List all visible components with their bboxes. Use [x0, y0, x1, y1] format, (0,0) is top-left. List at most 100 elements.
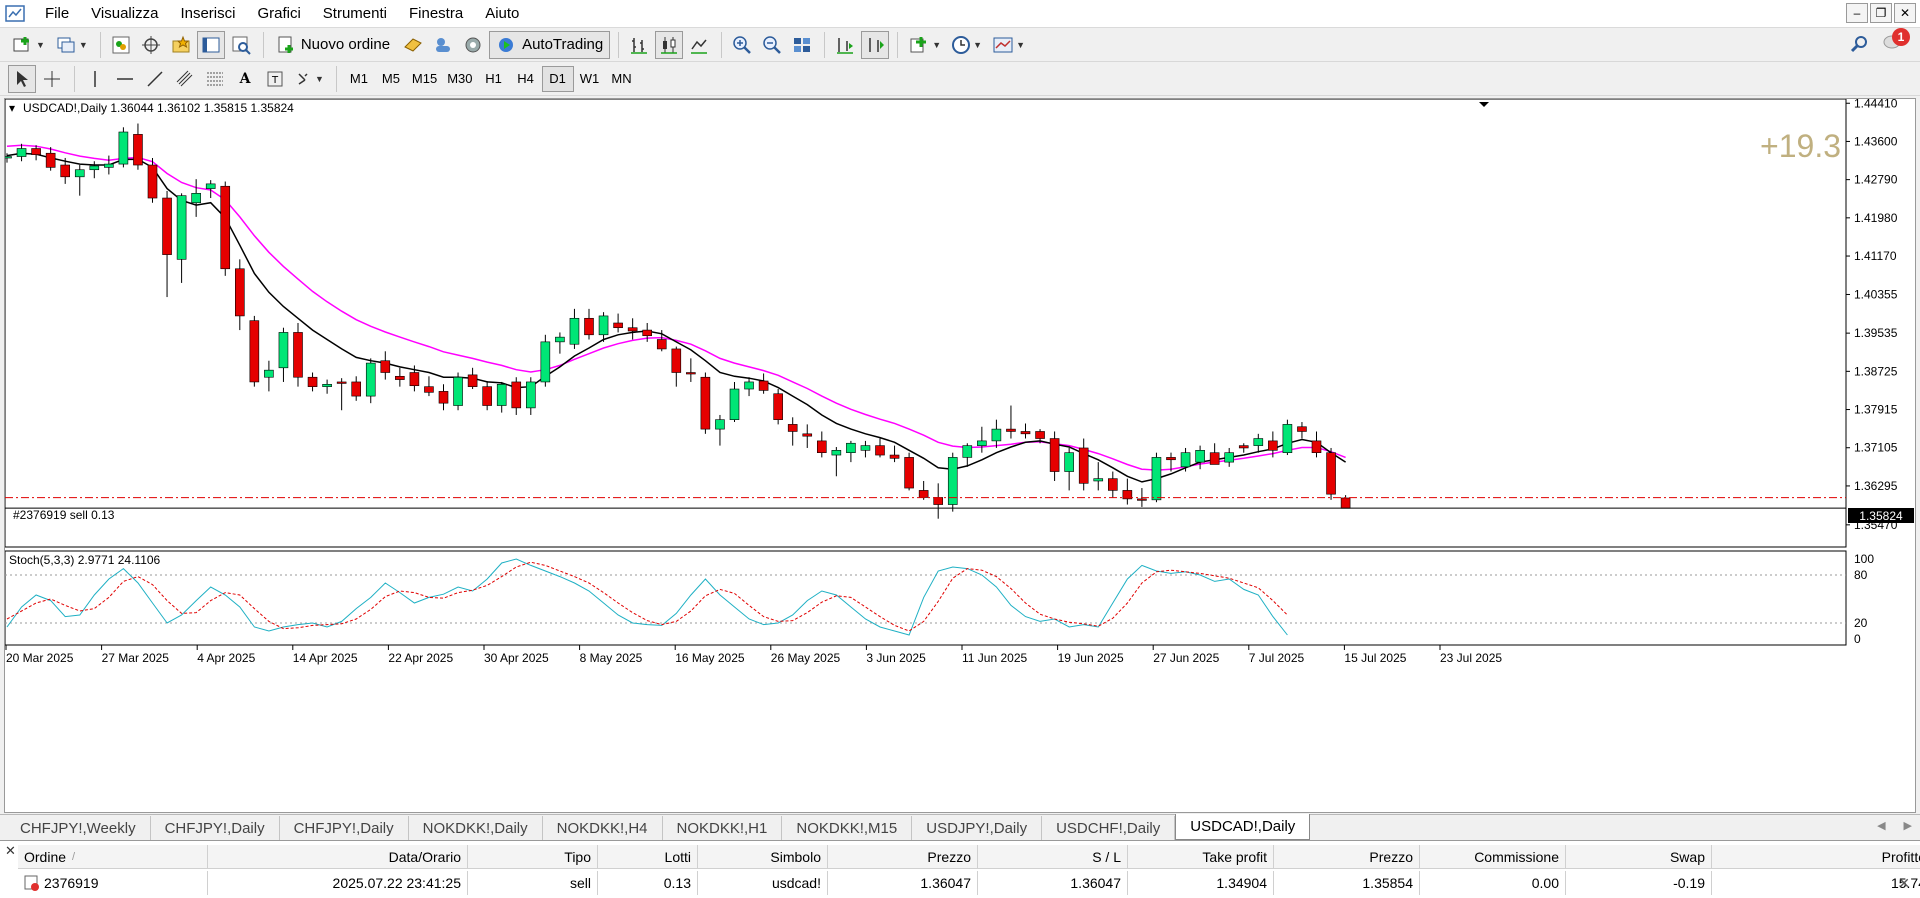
text-tool[interactable]: A	[231, 65, 259, 93]
time-axis: 20 Mar 2025 27 Mar 2025 4 Apr 2025 14 Apr 2…	[5, 645, 1502, 665]
channel-tool[interactable]	[171, 65, 199, 93]
tab-usdchf-daily[interactable]: USDCHF!,Daily	[1042, 816, 1176, 840]
col-type[interactable]: Tipo	[468, 844, 598, 869]
fibonacci-tool[interactable]	[201, 65, 229, 93]
arrows-tool[interactable]: ▼	[291, 65, 328, 93]
tab-nokdkk-daily[interactable]: NOKDKK!,Daily	[409, 816, 543, 840]
new-order-button[interactable]: Nuovo ordine	[270, 31, 397, 59]
zoom-out-button[interactable]	[758, 31, 786, 59]
timeframe-m5[interactable]: M5	[375, 66, 407, 92]
autoscroll-button[interactable]	[861, 30, 890, 59]
timeframe-h1[interactable]: H1	[478, 66, 510, 92]
menu-help[interactable]: Aiuto	[474, 0, 530, 28]
market-watch-button[interactable]	[107, 31, 135, 59]
tab-chfjpy-weekly[interactable]: CHFJPY!,Weekly	[6, 816, 151, 840]
menu-insert[interactable]: Inserisci	[169, 0, 246, 28]
timeframe-d1[interactable]: D1	[541, 65, 574, 92]
tile-windows-button[interactable]	[788, 31, 816, 59]
timeframe-h4[interactable]: H4	[510, 66, 542, 92]
menu-file[interactable]: File	[34, 0, 80, 28]
col-swap[interactable]: Swap	[1566, 844, 1712, 869]
col-commission[interactable]: Commissione	[1420, 844, 1566, 869]
tab-chfjpy-daily[interactable]: CHFJPY!,Daily	[151, 816, 280, 840]
zoom-in-button[interactable]	[728, 31, 756, 59]
timeframe-w1[interactable]: W1	[574, 66, 606, 92]
close-order-icon[interactable]: ✕	[1898, 875, 1910, 892]
tab-scroll-right-icon[interactable]: ▶	[1904, 819, 1912, 832]
templates-button[interactable]: ▼	[988, 31, 1029, 59]
candle-body	[74, 169, 85, 178]
new-order-label: Nuovo ordine	[300, 36, 391, 53]
col-price[interactable]: Prezzo	[828, 844, 978, 869]
timeframe-m15[interactable]: M15	[407, 66, 442, 92]
indicators-button[interactable]: ▼	[904, 31, 945, 59]
crosshair-tool[interactable]	[38, 65, 66, 93]
cursor-tool[interactable]	[8, 64, 36, 93]
col-tp[interactable]: Take profit	[1128, 844, 1274, 869]
tab-nokdkk-h1[interactable]: NOKDKK!,H1	[663, 816, 783, 840]
col-profit[interactable]: Profitto	[1712, 845, 1920, 869]
col-datetime[interactable]: Data/Orario	[208, 844, 468, 869]
tab-usdjpy-daily[interactable]: USDJPY!,Daily	[912, 816, 1043, 840]
col-order[interactable]: Ordine /	[18, 844, 208, 869]
candle-body	[162, 197, 172, 255]
time-tick-label: 14 Apr 2025	[293, 651, 358, 665]
tab-nokdkk-h4[interactable]: NOKDKK!,H4	[543, 816, 663, 840]
tab-nokdkk-m15[interactable]: NOKDKK!,M15	[782, 816, 913, 840]
label-tool[interactable]: T	[261, 65, 289, 93]
candlestick-chart-button[interactable]	[655, 30, 684, 59]
navigator-button[interactable]	[167, 31, 195, 59]
vertical-line-tool[interactable]	[81, 65, 109, 93]
menu-view[interactable]: Visualizza	[80, 0, 169, 28]
search-icon[interactable]	[1850, 34, 1870, 54]
candle-body	[1282, 424, 1293, 453]
timeframe-m30[interactable]: M30	[442, 66, 477, 92]
signals-button[interactable]	[429, 31, 457, 59]
menu-charts[interactable]: Grafici	[246, 0, 311, 28]
candle-body	[715, 419, 725, 430]
periods-button[interactable]: ▼	[947, 31, 986, 59]
autotrading-button[interactable]: AutoTrading	[489, 30, 611, 59]
minimize-button[interactable]: –	[1846, 3, 1868, 23]
tab-chfjpy-daily-2[interactable]: CHFJPY!,Daily	[280, 816, 409, 840]
horizontal-line-tool[interactable]	[111, 65, 139, 93]
terminal-button[interactable]	[196, 30, 225, 59]
line-chart-button[interactable]	[685, 31, 713, 59]
candle-body	[1297, 426, 1307, 432]
fibonacci-icon	[207, 72, 223, 85]
bar-chart-button[interactable]	[625, 31, 653, 59]
menu-tools[interactable]: Strumenti	[312, 0, 398, 28]
terminal-icon	[202, 37, 220, 52]
candle-body	[467, 374, 478, 387]
terminal-header-row: Ordine / Data/Orario Tipo Lotti Simbolo …	[18, 844, 1920, 869]
tab-scroll-left-icon[interactable]: ◀	[1877, 819, 1885, 832]
candle-body	[1137, 498, 1147, 501]
meta-editor-button[interactable]	[399, 31, 427, 59]
new-chart-button[interactable]: ▼	[8, 31, 49, 59]
menu-window[interactable]: Finestra	[398, 0, 474, 28]
col-lots[interactable]: Lotti	[598, 844, 698, 869]
timeframe-mn[interactable]: MN	[606, 66, 638, 92]
candle-body	[802, 433, 813, 437]
col-current-price[interactable]: Prezzo	[1274, 844, 1420, 869]
autoscroll-icon	[869, 37, 885, 52]
chart-window[interactable]: 1.44410 1.43600 1.42790 1.41980 1.41170 1.403…	[4, 98, 1916, 813]
col-symbol[interactable]: Simbolo	[698, 844, 828, 869]
strategy-tester-button[interactable]	[227, 31, 255, 59]
col-sl[interactable]: S / L	[978, 844, 1128, 869]
terminal-close-icon[interactable]: ✕	[5, 843, 16, 859]
close-window-button[interactable]: ✕	[1894, 3, 1916, 23]
profiles-button[interactable]: ▼	[51, 31, 92, 59]
price-tick-label: 1.41980	[1854, 211, 1898, 225]
timeframe-m1[interactable]: M1	[343, 66, 375, 92]
market-button[interactable]	[459, 31, 487, 59]
chart-shift-button[interactable]	[831, 31, 859, 59]
chart-canvas[interactable]: 1.44410 1.43600 1.42790 1.41980 1.41170 1.403…	[5, 99, 1915, 812]
data-window-button[interactable]	[137, 31, 165, 59]
table-row[interactable]: 2376919 2025.07.22 23:41:25 sell 0.13 us…	[18, 871, 1920, 895]
tab-usdcad-daily[interactable]: USDCAD!,Daily	[1175, 814, 1311, 840]
notifications-button[interactable]: 1	[1882, 28, 1910, 56]
trendline-tool[interactable]	[141, 65, 169, 93]
price-tick-label: 1.37915	[1854, 403, 1898, 417]
restore-button[interactable]: ❐	[1870, 3, 1892, 23]
